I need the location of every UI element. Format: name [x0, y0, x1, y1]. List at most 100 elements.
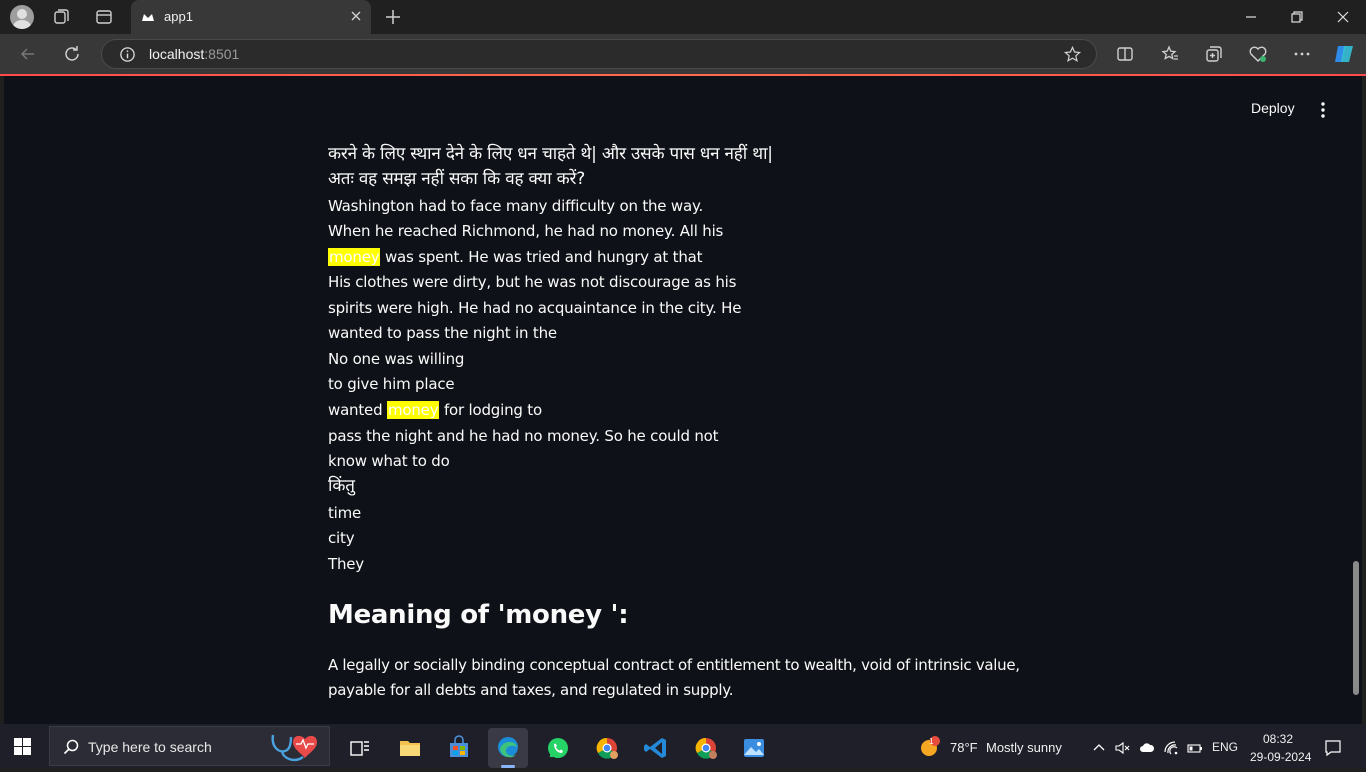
favorite-star-icon[interactable] [1063, 45, 1082, 64]
line-text: wanted to pass the night in the [328, 324, 557, 342]
line-text: pass the night and he had no money. So h… [328, 427, 719, 445]
line-text: When he reached Richmond, he had no mone… [328, 222, 724, 240]
chrome-icon[interactable] [587, 728, 627, 768]
new-tab-icon[interactable] [383, 7, 403, 27]
favorites-icon[interactable] [1160, 44, 1180, 64]
refresh-icon[interactable] [62, 44, 82, 64]
vscode-icon[interactable] [636, 728, 676, 768]
more-options-icon[interactable] [1292, 44, 1312, 64]
line-text: Washington had to face many difficulty o… [328, 197, 704, 215]
text-line: time [328, 503, 361, 523]
profile-avatar-icon[interactable] [10, 5, 34, 29]
clipped-text-remnant [328, 123, 708, 131]
edge-icon [498, 737, 518, 758]
weather-badge: 1 [929, 737, 934, 746]
line-text: to give him place [328, 375, 455, 393]
clipped-glyph-marks [328, 130, 708, 131]
line-text: spirits were high. He had no acquaintanc… [328, 299, 742, 317]
streamlit-favicon-icon [142, 14, 154, 21]
streamlit-app-viewport: Deploy करने के लिए स्थान देने के लिए धन … [4, 76, 1362, 724]
meaning-text: A legally or socially binding conceptual… [328, 656, 1020, 699]
deploy-button[interactable]: Deploy [1251, 100, 1295, 116]
split-screen-icon[interactable] [1115, 44, 1135, 64]
line-text: His clothes were dirty, but he was not d… [328, 273, 737, 291]
restore-icon[interactable] [1289, 9, 1305, 25]
text-line: अतः वह समझ नहीं सका कि वह क्या करें? [328, 169, 585, 189]
site-info-icon[interactable] [119, 46, 136, 63]
volume-muted-icon[interactable] [1114, 740, 1130, 756]
weather-description: Mostly sunny [986, 740, 1062, 755]
url-port: :8501 [204, 46, 240, 62]
address-bar[interactable]: localhost:8501 [101, 39, 1097, 69]
url-host: localhost [149, 46, 205, 62]
whatsapp-icon[interactable] [538, 728, 578, 768]
search-icon [63, 739, 79, 755]
photos-icon[interactable] [734, 728, 774, 768]
edge-taskbar-button[interactable] [488, 728, 528, 768]
text-line: wanted to pass the night in the [328, 323, 557, 343]
text-line: Washington had to face many difficulty o… [328, 196, 703, 216]
tab-title: app1 [164, 9, 193, 24]
wifi-icon[interactable] [1163, 740, 1179, 756]
text-line: When he reached Richmond, he had no mone… [328, 221, 723, 241]
microsoft-store-icon[interactable] [439, 728, 479, 768]
line-text: किंतु [328, 476, 355, 496]
text-line: to give him place [328, 374, 455, 394]
line-text: know what to do [328, 452, 450, 470]
clock-time[interactable]: 08:32 [1263, 732, 1293, 746]
page-scrollbar[interactable] [1353, 561, 1359, 695]
line-text: city [328, 529, 355, 547]
text-line: किंतु [328, 476, 355, 496]
text-line: pass the night and he had no money. So h… [328, 426, 719, 446]
windows-taskbar: Type here to search 1 78°F Mostly sunny … [0, 724, 1366, 768]
line-text: करने के लिए स्थान देने के लिए धन चाहते थ… [328, 144, 773, 164]
copilot-icon[interactable] [1332, 42, 1356, 66]
chrome-profile-icon[interactable] [686, 728, 726, 768]
workspaces-icon[interactable] [52, 7, 72, 27]
close-window-icon[interactable] [1335, 9, 1351, 25]
browser-toolbar: localhost:8501 [0, 34, 1366, 74]
browser-essentials-icon[interactable] [1248, 44, 1268, 64]
battery-icon[interactable] [1187, 740, 1203, 756]
line-text: अतः वह समझ नहीं सका कि वह क्या करें? [328, 169, 586, 189]
text-line: money was spent. He was tried and hungry… [328, 247, 703, 267]
line-text: was spent. He was tried and hungry at th… [380, 248, 703, 266]
text-line: His clothes were dirty, but he was not d… [328, 272, 736, 292]
text-line: No one was willing [328, 349, 464, 369]
file-explorer-icon[interactable] [390, 728, 430, 768]
line-text: for lodging to [439, 401, 542, 419]
input-language[interactable]: ENG [1212, 740, 1238, 754]
minimize-icon[interactable] [1243, 9, 1259, 25]
tab-app1[interactable]: app1 [131, 0, 371, 34]
collections-icon[interactable] [1204, 44, 1224, 64]
search-highlight-stethoscope-icon [271, 734, 317, 762]
text-line: city [328, 528, 355, 548]
line-text: wanted [328, 401, 387, 419]
url-text: localhost:8501 [149, 46, 239, 62]
task-view-icon[interactable] [340, 728, 380, 768]
text-line: know what to do [328, 451, 450, 471]
meaning-heading: Meaning of 'money ': [328, 600, 629, 630]
browser-tab-bar: app1 [0, 0, 1366, 34]
weather-temperature: 78°F [950, 740, 978, 755]
show-hidden-icons-chevron-icon[interactable] [1091, 740, 1107, 756]
notifications-icon[interactable] [1324, 739, 1342, 757]
line-text: time [328, 504, 362, 522]
clock-date[interactable]: 29-09-2024 [1250, 750, 1311, 764]
tab-actions-icon[interactable] [94, 7, 114, 27]
taskbar-search-box[interactable]: Type here to search [49, 726, 330, 766]
onedrive-cloud-icon[interactable] [1139, 740, 1155, 756]
back-arrow-icon[interactable] [18, 44, 38, 64]
close-tab-icon[interactable] [349, 9, 363, 23]
line-text: They [328, 555, 364, 573]
highlighted-keyword: money [386, 401, 440, 419]
main-menu-icon[interactable] [1315, 101, 1331, 119]
windows-start-icon[interactable] [14, 738, 32, 756]
text-line: wanted money for lodging to [328, 400, 542, 420]
text-line: They [328, 554, 364, 574]
line-text: No one was willing [328, 350, 465, 368]
search-placeholder: Type here to search [88, 739, 212, 755]
text-line: spirits were high. He had no acquaintanc… [328, 298, 741, 318]
text-line: करने के लिए स्थान देने के लिए धन चाहते थ… [328, 144, 773, 164]
highlighted-keyword: money [328, 248, 381, 266]
